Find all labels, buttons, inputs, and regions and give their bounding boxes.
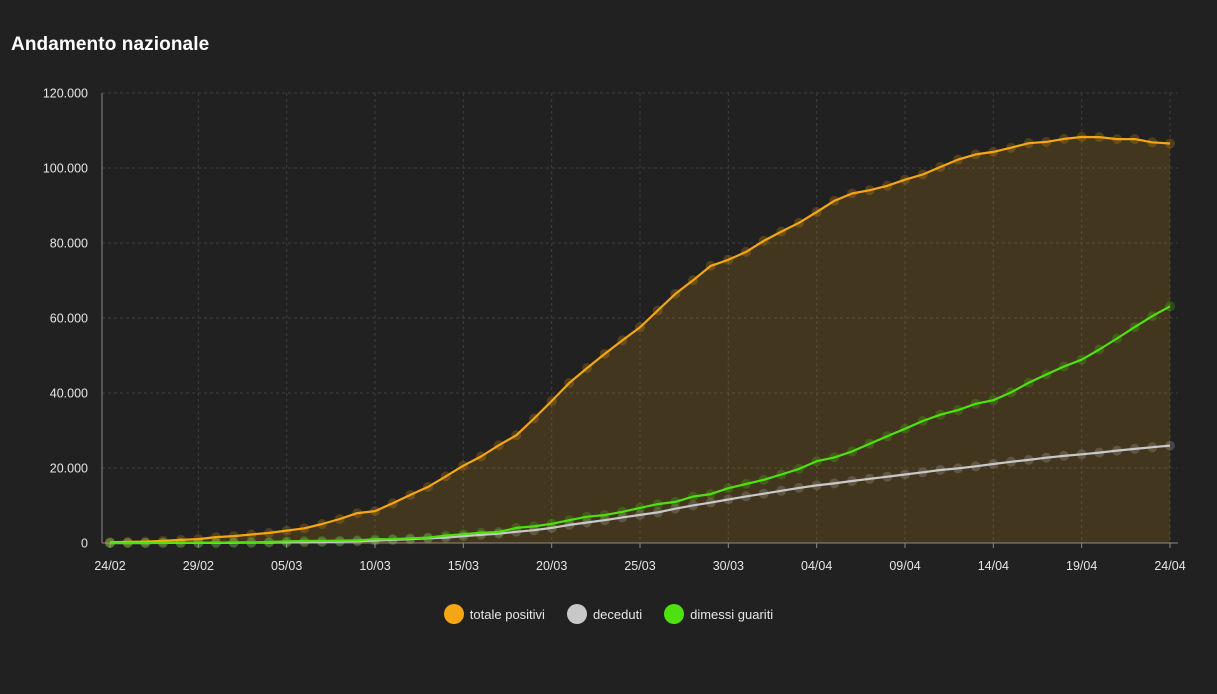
- legend-label: dimessi guariti: [690, 606, 774, 622]
- y-tick-label: 40.000: [50, 387, 88, 401]
- y-tick-label: 60.000: [50, 312, 88, 326]
- x-tick-label: 04/04: [801, 559, 832, 573]
- x-tick-label: 29/02: [183, 559, 214, 573]
- legend-item-deceduti[interactable]: deceduti: [566, 604, 643, 624]
- legend: totale positivi deceduti dimessi guariti: [0, 604, 1217, 624]
- x-tick-label: 10/03: [359, 559, 390, 573]
- x-tick-label: 24/04: [1154, 559, 1185, 573]
- legend-swatch-green: [664, 604, 685, 624]
- x-tick-label: 14/04: [978, 559, 1009, 573]
- x-tick-label: 30/03: [713, 559, 744, 573]
- y-tick-label: 100.000: [43, 162, 88, 176]
- legend-swatch-orange: [443, 604, 464, 624]
- x-tick-label: 25/03: [624, 559, 655, 573]
- y-tick-label: 120.000: [43, 87, 88, 101]
- legend-label: totale positivi: [469, 606, 545, 622]
- y-tick-label: 80.000: [50, 237, 88, 251]
- x-tick-label: 15/03: [448, 559, 479, 573]
- legend-swatch-gray: [566, 604, 587, 624]
- x-tick-label: 24/02: [94, 559, 125, 573]
- x-tick-label: 20/03: [536, 559, 567, 573]
- legend-item-totale-positivi[interactable]: totale positivi: [443, 604, 545, 624]
- x-tick-label: 05/03: [271, 559, 302, 573]
- y-tick-label: 20.000: [50, 462, 88, 476]
- line-chart: 020.00040.00060.00080.000100.000120.000 …: [43, 87, 1186, 574]
- x-tick-label: 09/04: [889, 559, 920, 573]
- x-tick-label: 19/04: [1066, 559, 1097, 573]
- legend-label: deceduti: [592, 606, 643, 622]
- y-tick-labels: 0 20.000 40.000 60.000 80.000 100.000 120.000: [43, 87, 88, 551]
- x-tick-labels: 24/02 29/02 05/03 10/03 15/03 20/03 25/03 30/03…: [94, 559, 1185, 573]
- y-tick-label: 0: [81, 537, 88, 551]
- legend-item-dimessi-guariti[interactable]: dimessi guariti: [664, 604, 773, 624]
